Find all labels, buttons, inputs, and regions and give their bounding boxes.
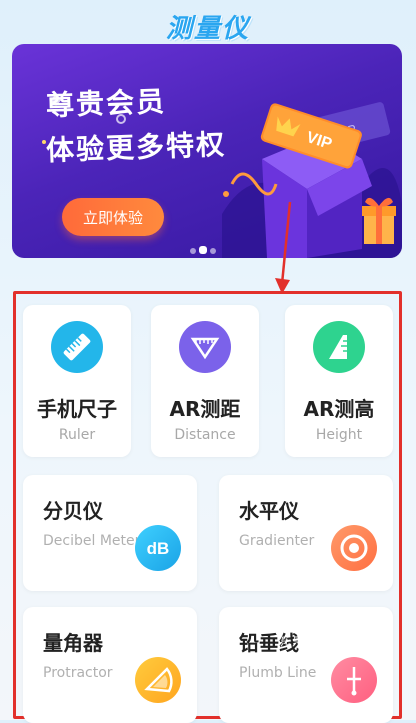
ruler-icon [51,321,103,373]
distance-title: AR测距 [169,397,241,421]
ruler-title: 手机尺子 [37,397,117,421]
distance-icon [179,321,231,373]
protractor-icon [135,657,181,703]
decibel-icon-text: dB [147,539,170,558]
distance-tool-card[interactable]: AR测距 Distance [151,305,259,457]
plumb-subtitle: Plumb Line [239,665,317,681]
carousel-dot[interactable] [210,248,216,254]
app-title: 测量仪 [165,14,250,44]
decibel-subtitle: Decibel Meter [43,533,141,549]
banner-title-line2: 体验更多特权 [45,127,227,168]
ruler-tool-card[interactable]: 手机尺子 Ruler [23,305,131,457]
height-icon [313,321,365,373]
decibel-icon: dB [135,525,181,571]
level-icon [331,525,377,571]
protractor-tool-card[interactable]: 量角器 Protractor [23,607,197,723]
vip-gift-illustration: VIP VIP [222,102,402,258]
gradienter-title: 水平仪 [239,499,299,523]
carousel-dot[interactable] [190,248,196,254]
plumb-tool-card[interactable]: 铅垂线 Plumb Line [219,607,393,723]
watermark-text: 乐乐鸭 [280,635,317,649]
ruler-subtitle: Ruler [58,427,96,443]
annotation-arrow [275,201,292,294]
gradienter-subtitle: Gradienter [239,533,315,549]
decibel-tool-card[interactable]: 分贝仪 Decibel Meter dB [23,475,197,591]
decibel-title: 分贝仪 [43,499,103,523]
gradienter-tool-card[interactable]: 水平仪 Gradienter [219,475,393,591]
height-title: AR测高 [303,397,375,421]
protractor-title: 量角器 [43,631,103,655]
vip-banner[interactable]: 尊贵会员 体验更多特权 立即体验 VIP VIP [12,44,402,258]
plumb-icon [331,657,377,703]
carousel-dot[interactable] [199,246,207,254]
carousel-indicator[interactable] [190,239,219,254]
height-subtitle: Height [315,427,363,443]
distance-subtitle: Distance [174,427,236,443]
height-tool-card[interactable]: AR测高 Height [285,305,393,457]
protractor-subtitle: Protractor [43,665,113,681]
banner-title-line1: 尊贵会员 [45,84,167,123]
try-now-button[interactable]: 立即体验 [62,198,164,236]
